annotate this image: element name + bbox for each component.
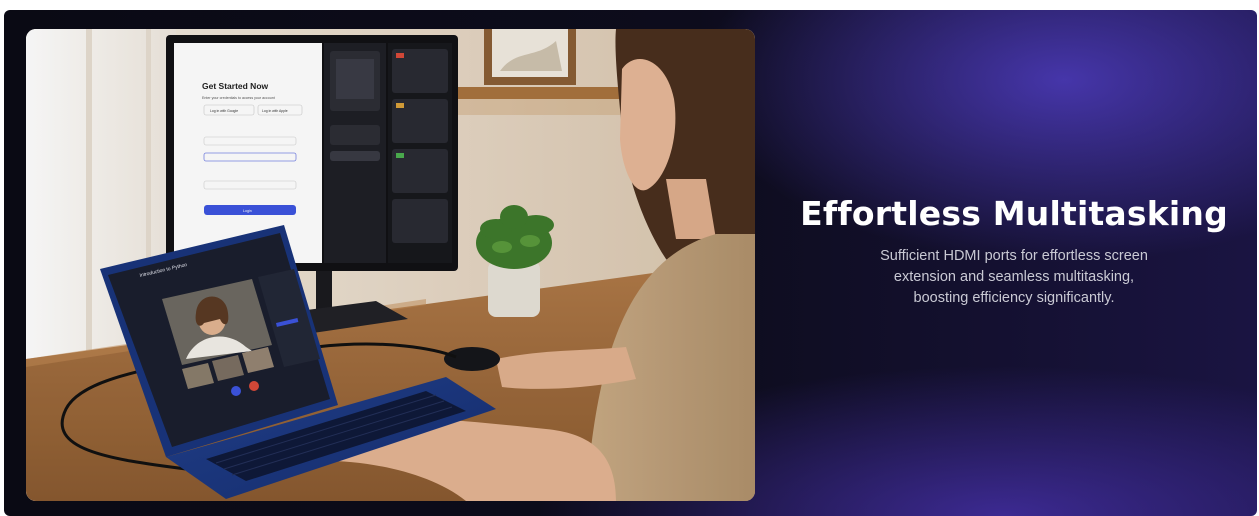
headline: Effortless Multitasking bbox=[800, 194, 1228, 233]
description-line-3: boosting efficiency significantly. bbox=[913, 290, 1115, 306]
hero-banner: Get Started Now Enter your credentials t… bbox=[4, 10, 1257, 516]
description-line-2: extension and seamless multitasking, bbox=[893, 269, 1135, 285]
product-photo: Get Started Now Enter your credentials t… bbox=[26, 29, 755, 501]
description-line-1: Sufficient HDMI ports for effortless scr… bbox=[880, 248, 1148, 264]
description: Sufficient HDMI ports for effortless scr… bbox=[794, 246, 1234, 309]
